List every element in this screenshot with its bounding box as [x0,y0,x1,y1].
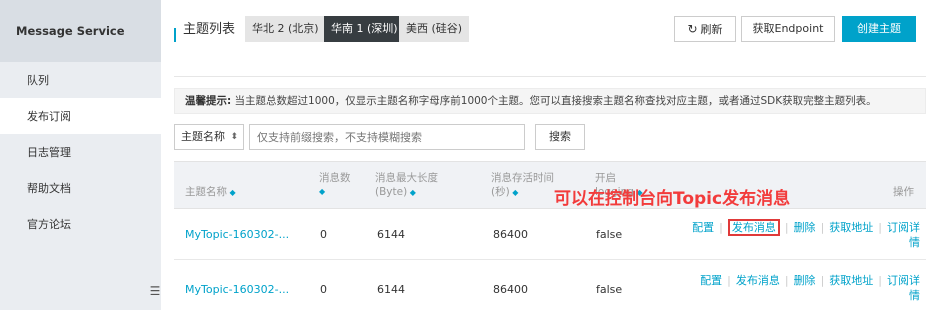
table-header: 主题名称 ◆ 消息数 ◆ 消息最大长度 (Byte) ◆ 消息存活时间 (秒) … [174,161,926,209]
col-header-name[interactable]: 主题名称 ◆ [185,185,236,200]
cell-ttl: 86400 [493,283,528,296]
filter-field-select[interactable]: 主题名称 ⬍ [174,124,244,150]
table-row: MyTopic-160302-... 0 6144 86400 false 配置… [174,210,926,260]
cell-count: 0 [320,228,327,241]
sort-icon: ◆ [509,188,519,197]
subscription-details-link[interactable]: 订阅详 [887,274,920,287]
annotation-text: 可以在控制台向Topic发布消息 [554,189,791,209]
sort-icon: ◆ [319,187,326,196]
get-address-link[interactable]: 获取地址 [829,221,873,234]
subscription-details-link-cont[interactable]: 情 [909,236,920,249]
main-content: 主题列表 华北 2 (北京) 华南 1 (深圳) 美西 (硅谷) ↻ 刷新 获取E… [161,0,926,310]
row-actions: 配置 | 发布消息 | 删除 | 获取地址 | 订阅详 情 [700,274,920,302]
col-header-ops: 操作 [893,186,914,198]
cell-count: 0 [320,283,327,296]
config-link[interactable]: 配置 [692,221,714,234]
sidebar-title: Message Service [0,0,161,62]
create-topic-button[interactable]: 创建主题 [842,16,916,42]
col-header-count[interactable]: 消息数 ◆ [319,171,351,199]
list-toggle-icon[interactable]: ☰ [149,283,161,299]
publish-message-link[interactable]: 发布消息 [727,219,780,236]
search-input[interactable] [249,124,525,150]
sidebar-item-help[interactable]: 帮助文档 [0,170,161,206]
cell-logging: false [596,283,623,296]
publish-message-link[interactable]: 发布消息 [736,274,780,287]
sort-icon: ◆ [407,188,416,197]
cell-ttl: 86400 [493,228,528,241]
cell-logging: false [596,228,623,241]
sidebar-item-log[interactable]: 日志管理 [0,134,161,170]
topic-name-link[interactable]: MyTopic-160302-... [185,283,289,297]
subscription-details-link[interactable]: 订阅详 [887,221,920,234]
region-tab-beijing[interactable]: 华北 2 (北京) [245,16,326,42]
search-button[interactable]: 搜索 [535,124,585,150]
sort-icon: ◆ [227,188,236,197]
col-header-max-length[interactable]: 消息最大长度 (Byte) ◆ [375,171,438,200]
refresh-button[interactable]: ↻ 刷新 [674,16,736,42]
row-actions: 配置 | 发布消息 | 删除 | 获取地址 | 订阅详 情 [692,219,920,249]
config-link[interactable]: 配置 [700,274,722,287]
divider [174,76,926,77]
sidebar-item-queue[interactable]: 队列 [0,62,161,98]
title-accent-bar [174,28,176,42]
sidebar-item-forum[interactable]: 官方论坛 [0,206,161,242]
col-header-ttl[interactable]: 消息存活时间 (秒) ◆ [491,171,554,200]
sidebar-item-pubsub[interactable]: 发布订阅 [0,98,161,134]
header: 主题列表 华北 2 (北京) 华南 1 (深圳) 美西 (硅谷) ↻ 刷新 获取E… [161,0,926,62]
region-tab-silicon-valley[interactable]: 美西 (硅谷) [399,16,470,42]
cell-max-length: 6144 [377,283,405,296]
topic-name-link[interactable]: MyTopic-160302-... [185,228,289,242]
filter-select-value: 主题名称 [181,130,225,143]
cell-max-length: 6144 [377,228,405,241]
get-address-link[interactable]: 获取地址 [829,274,873,287]
table-row: MyTopic-160302-... 0 6144 86400 false 配置… [174,261,926,310]
delete-link[interactable]: 删除 [794,274,816,287]
select-arrow-icon: ⬍ [230,132,238,142]
subscription-details-link-cont[interactable]: 情 [909,289,920,302]
page-title: 主题列表 [183,22,236,37]
notice-text: 当主题总数超过1000，仅显示主题名称字母序前1000个主题。您可以直接搜索主题… [234,95,877,107]
get-endpoint-button[interactable]: 获取Endpoint [741,16,835,42]
notice-label: 温馨提示: [185,95,232,107]
delete-link[interactable]: 删除 [794,221,816,234]
region-tab-shenzhen[interactable]: 华南 1 (深圳) [324,16,405,42]
sidebar: Message Service 队列 发布订阅 日志管理 帮助文档 官方论坛 ☰ [0,0,161,310]
refresh-icon: ↻ [687,22,698,36]
notice-banner: 温馨提示: 当主题总数超过1000，仅显示主题名称字母序前1000个主题。您可以… [174,88,926,114]
refresh-label: 刷新 [700,23,723,36]
